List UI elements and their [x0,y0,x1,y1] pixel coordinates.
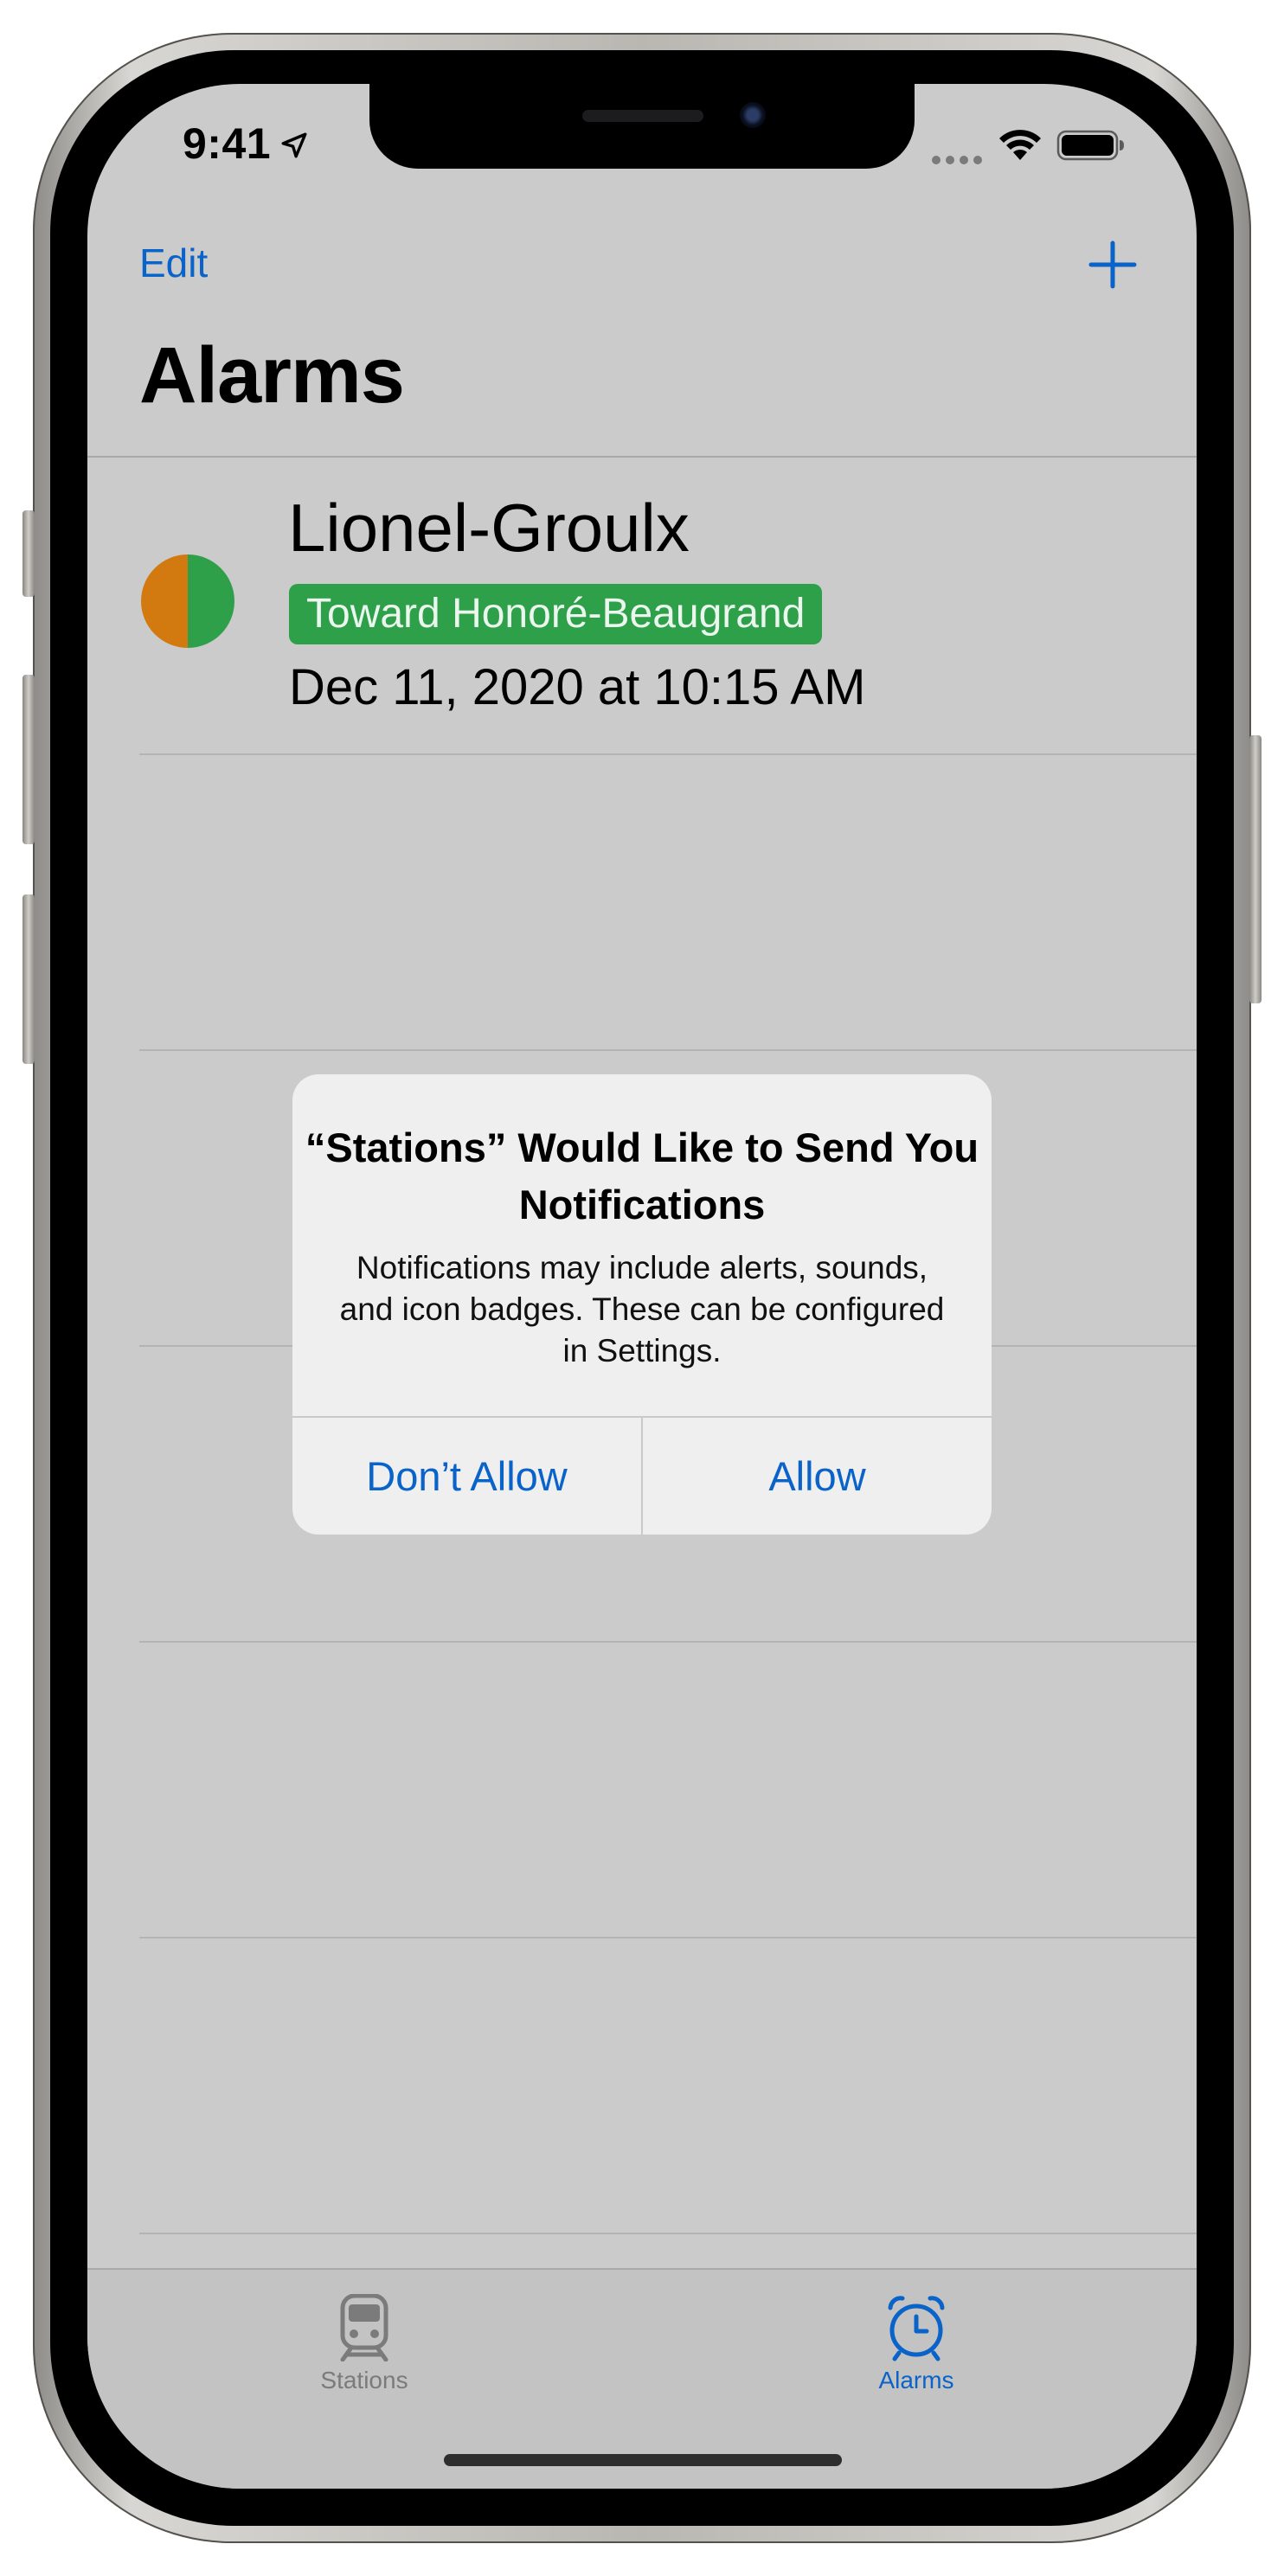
edit-button[interactable]: Edit [139,240,208,286]
station-name: Lionel-Groulx [288,490,690,566]
tab-label: Alarms [878,2367,954,2393]
alarm-row[interactable]: Lionel-Groulx Toward Honoré-Beaugrand De… [87,458,1197,753]
metro-line-icon [141,554,234,648]
alarm-datetime: Dec 11, 2020 at 10:15 AM [289,659,866,715]
alert-title: “Stations” Would Like to Send You Notifi… [305,1125,979,1227]
row-divider [139,1641,1197,1643]
tab-stations[interactable]: Stations [269,2294,459,2415]
notification-permission-alert: “Stations” Would Like to Send You Notifi… [292,1074,992,1535]
row-divider [139,1049,1197,1051]
power-button [1249,735,1262,1003]
home-indicator [444,2454,842,2466]
direction-badge: Toward Honoré-Beaugrand [289,584,823,644]
row-divider [139,1937,1197,1938]
silent-switch [22,510,35,597]
battery-icon [1056,130,1124,161]
status-time: 9:41 [183,119,272,168]
front-camera [740,102,766,128]
wifi-icon [999,130,1041,160]
alert-message: Notifications may include alerts, sounds… [339,1250,945,1368]
notch [369,84,915,169]
row-divider [139,753,1197,755]
tab-alarms[interactable]: Alarms [821,2294,1011,2415]
speaker-grille [582,110,703,122]
allow-button[interactable]: Allow [643,1418,992,1535]
green-line-half [188,554,234,648]
volume-down-button [22,894,35,1064]
dont-allow-button[interactable]: Don’t Allow [292,1418,641,1535]
tab-label: Stations [320,2367,408,2393]
location-arrow-icon [281,132,307,158]
volume-up-button [22,675,35,844]
screen: 9:41 Edit Alarms Lionel-Groulx Toward Ho… [87,84,1197,2489]
orange-line-half [141,554,188,648]
train-icon [340,2294,388,2361]
alarm-clock-icon [888,2296,945,2361]
row-divider [139,2233,1197,2234]
signal-dots-icon [932,156,982,164]
plus-icon[interactable] [1088,240,1138,290]
page-title: Alarms [139,331,405,420]
